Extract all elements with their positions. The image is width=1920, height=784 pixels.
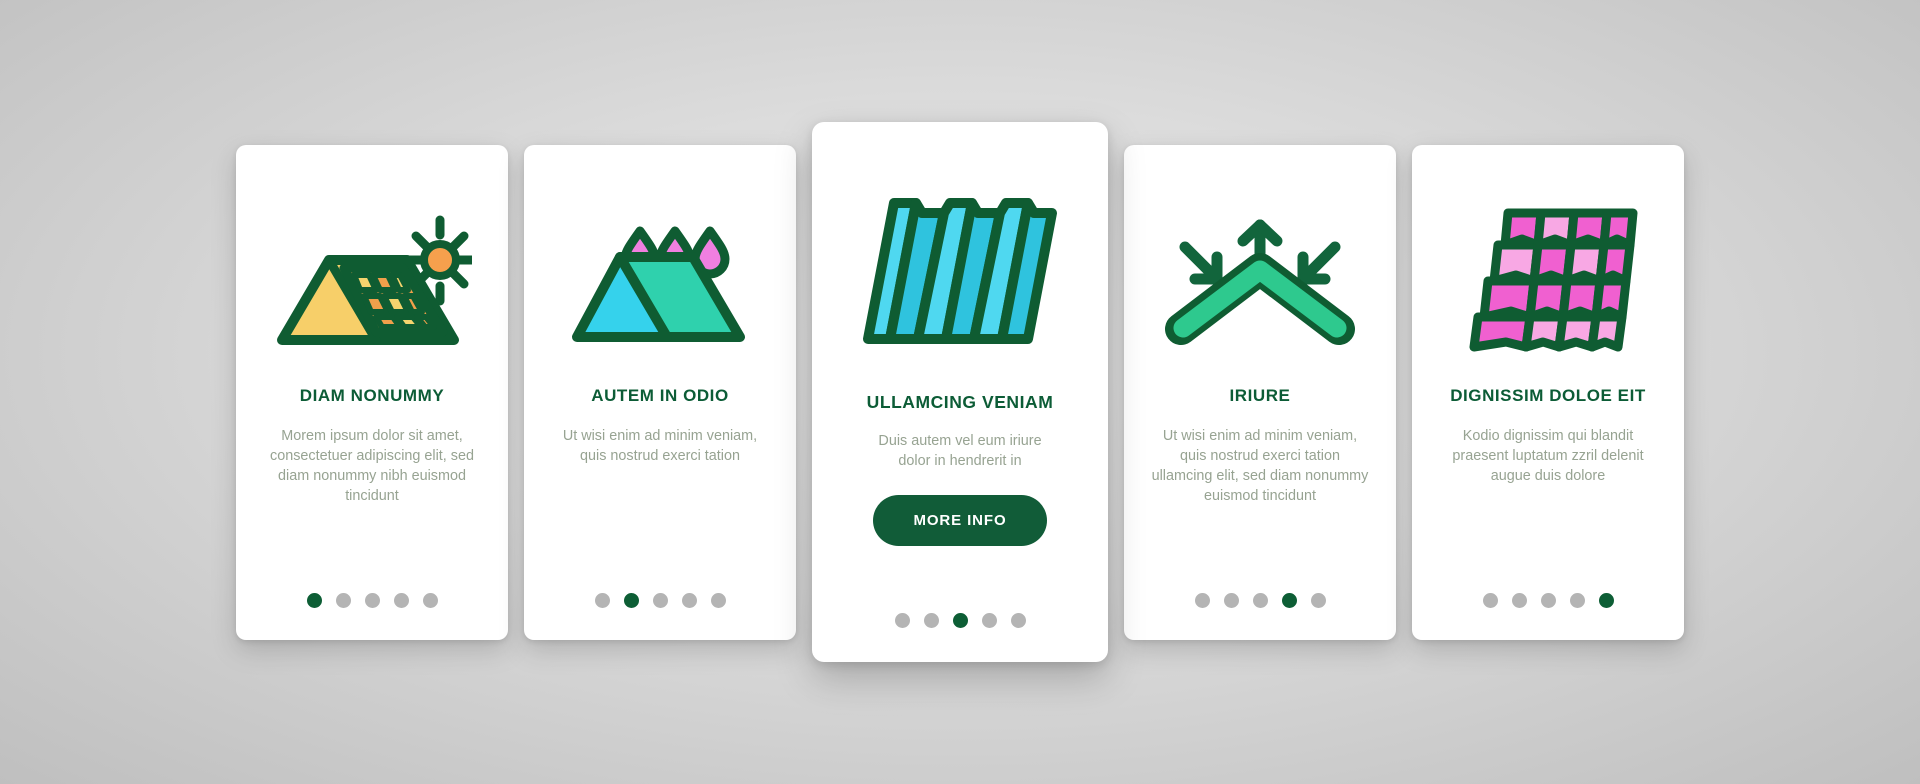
onboarding-screens-stage: DIAM NONUMMY Morem ipsum dolor sit amet,… [0,0,1920,784]
solar-panel-roof-icon [254,175,490,380]
card-body: Morem ipsum dolor sit amet, consectetuer… [270,427,474,504]
card-title: IRIURE [1229,385,1291,405]
pagination-dot-1[interactable] [594,592,610,608]
card-title: AUTEM IN ODIO [591,385,729,405]
onboarding-card-4[interactable]: IRIURE Ut wisi enim ad minim veniam, qui… [1124,144,1396,640]
pagination-dot-5[interactable] [422,592,438,608]
pagination-dot-5[interactable] [1010,613,1026,628]
pagination-dots [236,592,508,608]
pagination-dot-5[interactable] [1310,592,1326,608]
onboarding-card-3[interactable]: ULLAMCING VENIAM Duis autem vel eum iriu… [812,122,1108,662]
pagination-dot-3[interactable] [364,592,380,608]
card-body: Ut wisi enim ad minim veniam, quis nostr… [1151,427,1369,504]
pagination-dots [1412,592,1684,608]
pagination-dot-4[interactable] [1569,592,1585,608]
pagination-dot-3[interactable] [1252,592,1268,608]
pagination-dot-4[interactable] [1281,592,1297,608]
more-info-button[interactable]: MORE INFO [873,495,1047,547]
pagination-dots [812,613,1108,628]
pagination-dot-1[interactable] [1194,592,1210,608]
pagination-dot-1[interactable] [306,592,322,608]
pagination-dot-1[interactable] [894,613,910,628]
pagination-dot-3[interactable] [652,592,668,608]
corrugated-metal-sheet-icon [832,156,1088,386]
card-title: DIGNISSIM DOLOE EIT [1450,385,1646,405]
onboarding-card-5[interactable]: DIGNISSIM DOLOE EIT Kodio dignissim qui … [1412,144,1684,640]
pagination-dot-4[interactable] [393,592,409,608]
pagination-dot-2[interactable] [1223,592,1239,608]
waterproof-roof-droplets-icon [542,175,778,380]
pagination-dot-2[interactable] [923,613,939,628]
pagination-dot-5[interactable] [710,592,726,608]
card-body: Kodio dignissim qui blandit praesent lup… [1452,427,1644,484]
card-title: DIAM NONUMMY [299,385,445,405]
pagination-dot-3[interactable] [952,613,968,628]
card-body: Duis autem vel eum iriure dolor in hendr… [878,433,1042,470]
pagination-dot-3[interactable] [1540,592,1556,608]
onboarding-card-2[interactable]: AUTEM IN ODIO Ut wisi enim ad minim veni… [524,144,796,640]
onboarding-card-1[interactable]: DIAM NONUMMY Morem ipsum dolor sit amet,… [236,144,508,640]
card-body: Ut wisi enim ad minim veniam, quis nostr… [562,427,758,464]
pagination-dot-1[interactable] [1482,592,1498,608]
pagination-dot-2[interactable] [335,592,351,608]
card-title: ULLAMCING VENIAM [866,392,1054,412]
pagination-dot-5[interactable] [1598,592,1614,608]
pagination-dot-2[interactable] [623,592,639,608]
pagination-dots [524,592,796,608]
pagination-dot-4[interactable] [981,613,997,628]
pagination-dot-4[interactable] [681,592,697,608]
clay-roof-tiles-icon [1430,175,1666,380]
roof-insulation-arrows-icon [1142,175,1378,380]
pagination-dots [1124,592,1396,608]
pagination-dot-2[interactable] [1511,592,1527,608]
